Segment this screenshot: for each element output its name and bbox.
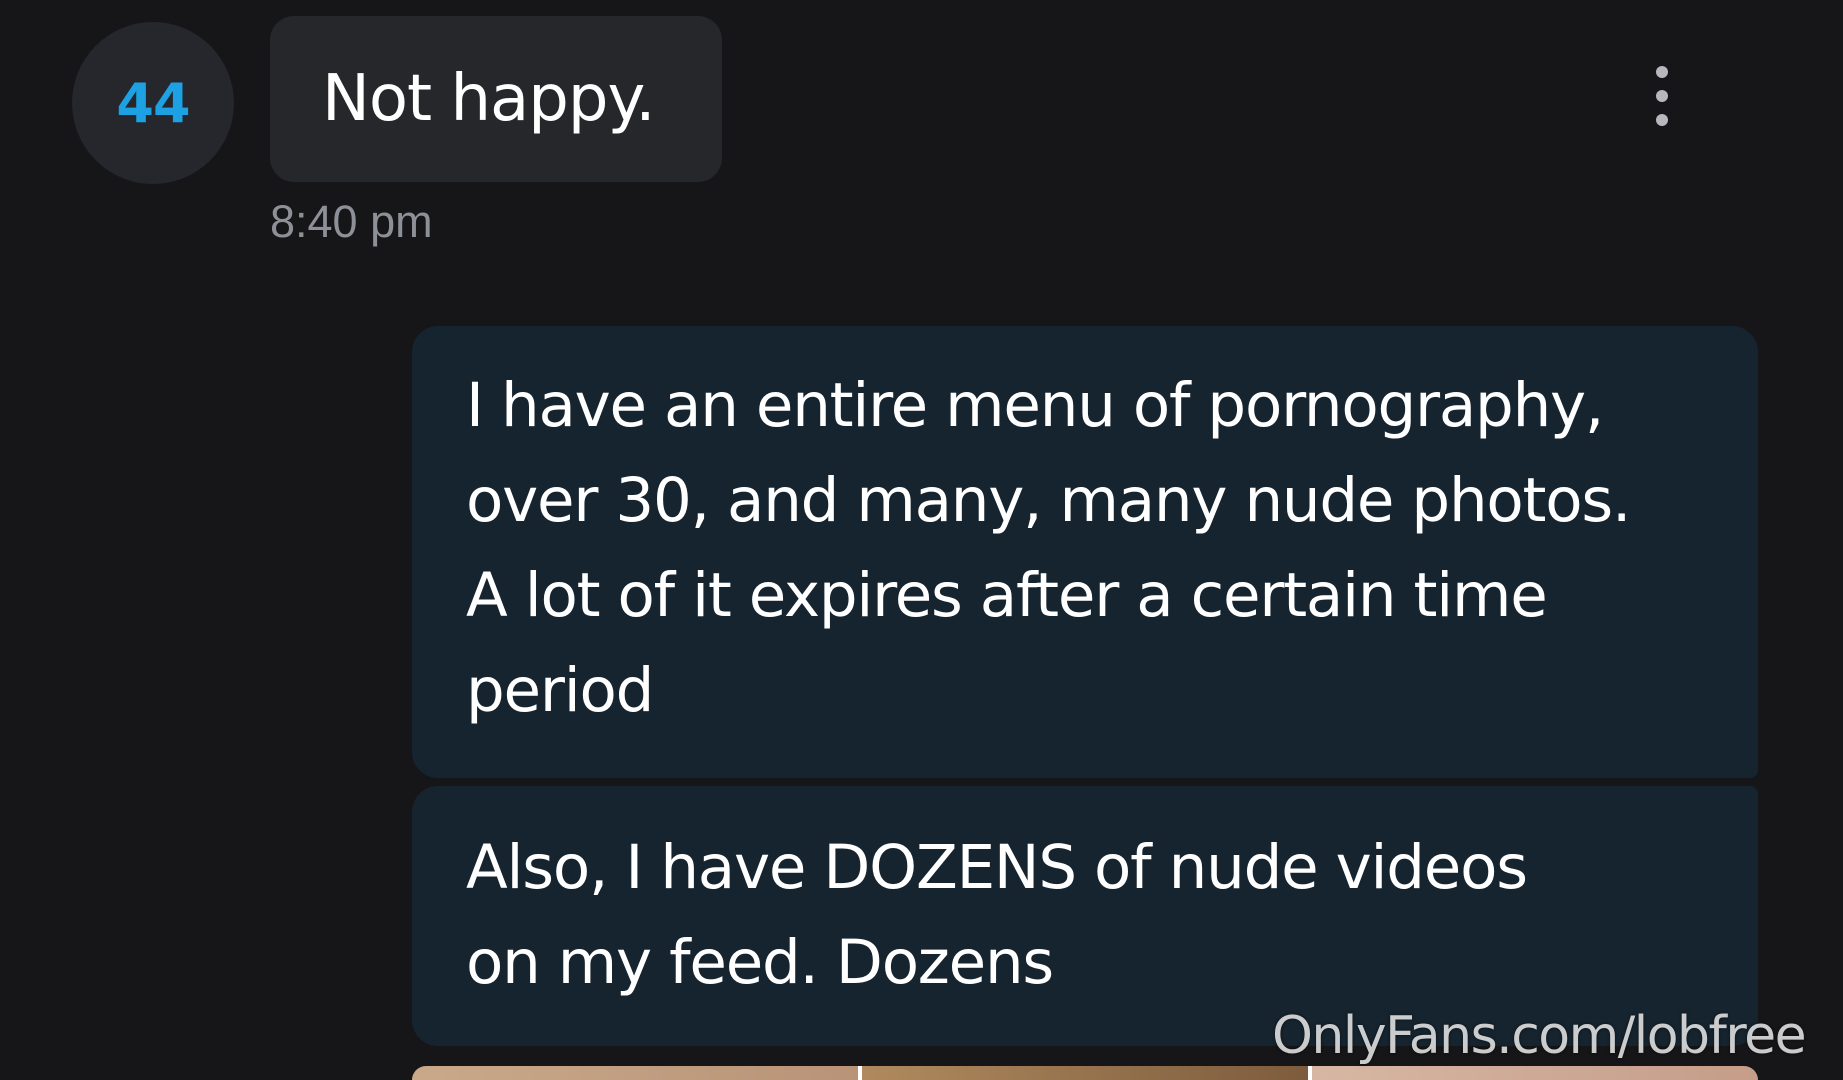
message-line: over 30, and many, many nude photos. — [466, 465, 1631, 536]
incoming-message-text: Not happy. — [322, 62, 656, 136]
more-vertical-icon — [1656, 66, 1668, 78]
media-thumbnail[interactable] — [412, 1066, 858, 1080]
message-line: A lot of it expires after a certain time — [466, 560, 1548, 631]
more-options-button[interactable] — [1643, 66, 1681, 126]
media-attachment-preview[interactable] — [412, 1066, 1758, 1080]
media-thumbnail[interactable] — [1308, 1066, 1758, 1080]
message-line: I have an entire menu of pornography, — [466, 370, 1604, 441]
incoming-message-bubble[interactable]: Not happy. — [270, 16, 722, 182]
more-vertical-icon-dot — [1656, 90, 1668, 102]
outgoing-message-bubble[interactable]: I have an entire menu of pornography, ov… — [412, 326, 1758, 778]
message-line: period — [466, 655, 654, 726]
message-line: on my feed. Dozens — [466, 927, 1054, 998]
message-timestamp: 8:40 pm — [270, 196, 433, 247]
message-line: Also, I have DOZENS of nude videos — [466, 832, 1528, 903]
sender-avatar[interactable]: 44 — [72, 22, 234, 184]
media-thumbnail[interactable] — [858, 1066, 1308, 1080]
more-vertical-icon-dot — [1656, 114, 1668, 126]
avatar-initials: 44 — [116, 71, 190, 135]
watermark: OnlyFans.com/lobfree — [1272, 1006, 1807, 1066]
chat-screen: 44 Not happy. 8:40 pm I have an entire m… — [0, 0, 1843, 1080]
